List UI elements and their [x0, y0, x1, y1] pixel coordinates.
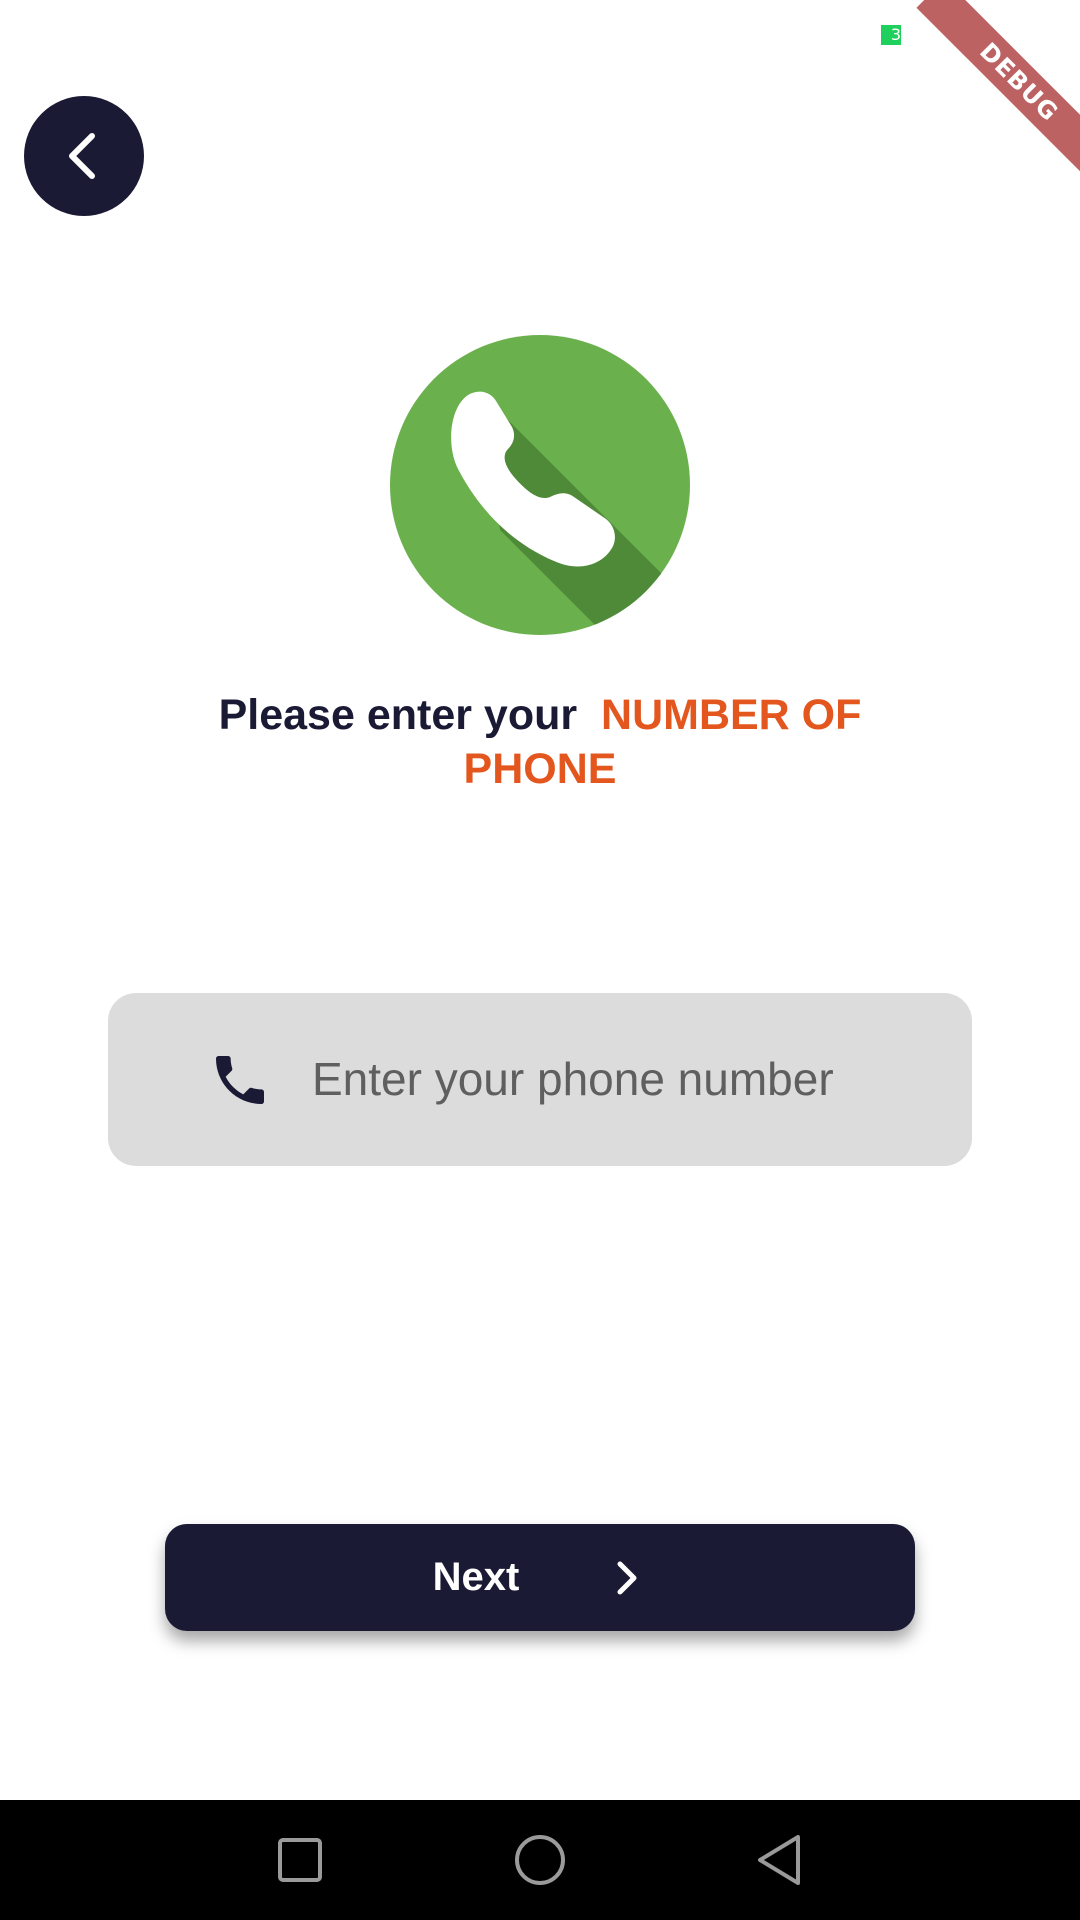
next-button[interactable]: Next	[165, 1524, 915, 1631]
back-button[interactable]	[24, 96, 144, 216]
headline-prefix: Please enter your	[218, 691, 578, 739]
phone-icon	[216, 1056, 264, 1104]
triangle-back-icon[interactable]	[750, 1830, 810, 1890]
status-bar: 3	[0, 0, 1080, 72]
phone-input[interactable]	[312, 1033, 952, 1125]
system-nav-bar	[0, 1800, 1080, 1920]
phone-handset-circle-icon	[390, 335, 690, 635]
chevron-left-icon	[69, 133, 95, 179]
headline: Please enter your NUMBER OF PHONE	[160, 688, 920, 796]
square-icon[interactable]	[270, 1830, 330, 1890]
next-button-label: Next	[432, 1555, 520, 1599]
circle-icon[interactable]	[510, 1830, 570, 1890]
status-indicator: 3	[881, 25, 901, 45]
phone-field[interactable]	[108, 993, 972, 1166]
chevron-right-icon	[617, 1561, 637, 1594]
